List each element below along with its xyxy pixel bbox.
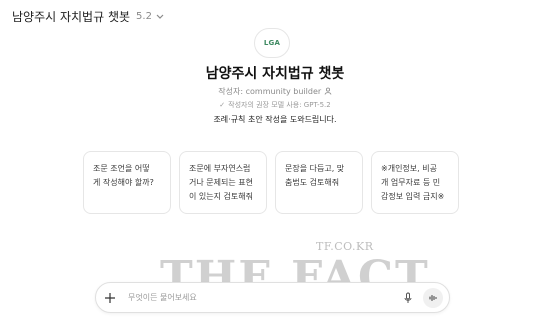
chevron-down-icon	[156, 14, 164, 19]
model-version: 5.2	[136, 10, 152, 22]
message-composer	[95, 282, 450, 313]
person-icon	[324, 87, 332, 95]
gpt-title-dropdown[interactable]: 남양주시 자치법규 챗봇 5.2	[12, 6, 165, 26]
starter-line: 게 작성해야 할까?	[93, 178, 154, 187]
creator-model-note: ✓ 작성자의 권장 모델 사용: GPT-5.2	[0, 100, 550, 110]
check-icon: ✓	[219, 101, 226, 109]
creator-note-text: 작성자의 권장 모델 사용: GPT-5.2	[228, 101, 331, 109]
starter-line: 감정보 입력 금지※	[381, 192, 445, 201]
prompt-input[interactable]	[128, 293, 378, 302]
starter-line: 개 업무자료 등 민	[381, 178, 441, 187]
starter-line: 조문 조언을 어떻	[93, 164, 150, 173]
gpt-logo: LGA	[254, 28, 290, 58]
gpt-description: 조례·규칙 초안 작성을 도와드립니다.	[213, 115, 337, 124]
starter-line: 이 있는지 검토해줘	[189, 192, 253, 201]
starter-line: 춤법도 검토해줘	[285, 178, 340, 187]
logo-text: LGA	[263, 39, 281, 47]
author-line: 작성자: community builder	[0, 86, 550, 97]
starter-card[interactable]: 조문에 부자연스럽 거나 문제되는 표현 이 있는지 검토해줘	[179, 151, 267, 214]
starter-card[interactable]: 문장을 다듬고, 맞 춤법도 검토해줘	[275, 151, 363, 214]
mic-icon[interactable]	[403, 292, 413, 304]
author-text: 작성자: community builder	[218, 87, 322, 96]
conversation-starters: 조문 조언을 어떻 게 작성해야 할까? 조문에 부자연스럽 거나 문제되는 표…	[83, 151, 459, 214]
gpt-name: 남양주시 자치법규 챗봇	[205, 66, 345, 82]
starter-line: 조문에 부자연스럽	[189, 164, 251, 173]
starter-card[interactable]: 조문 조언을 어떻 게 작성해야 할까?	[83, 151, 171, 214]
starter-line: 거나 문제되는 표현	[189, 178, 253, 187]
starter-line: ※개인정보, 비공	[381, 164, 437, 173]
header-title: 남양주시 자치법규 챗봇	[12, 9, 131, 24]
voice-icon[interactable]	[423, 287, 443, 308]
plus-icon[interactable]	[104, 292, 116, 304]
starter-line: 문장을 다듬고, 맞	[285, 164, 345, 173]
starter-card[interactable]: ※개인정보, 비공 개 업무자료 등 민 감정보 입력 금지※	[371, 151, 459, 214]
